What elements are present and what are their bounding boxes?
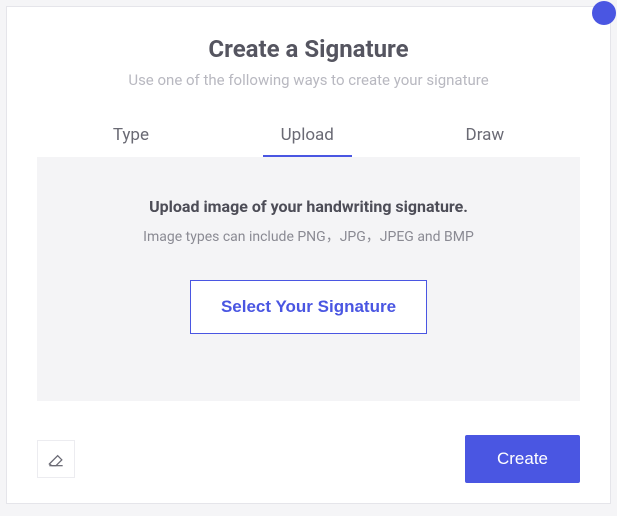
upload-subtext: Image types can include PNG，JPG，JPEG and… — [57, 226, 560, 246]
modal-subtitle: Use one of the following ways to create … — [27, 71, 590, 89]
close-button[interactable] — [592, 1, 616, 25]
signature-modal: Create a Signature Use one of the follow… — [6, 6, 611, 504]
upload-panel: Upload image of your handwriting signatu… — [37, 157, 580, 401]
tab-bar: Type Upload Draw — [7, 99, 610, 157]
create-button[interactable]: Create — [465, 435, 580, 483]
select-signature-button[interactable]: Select Your Signature — [190, 280, 427, 334]
upload-heading: Upload image of your handwriting signatu… — [57, 197, 560, 216]
modal-footer: Create — [37, 435, 580, 483]
modal-header: Create a Signature Use one of the follow… — [7, 7, 610, 99]
tab-upload[interactable]: Upload — [263, 117, 352, 157]
tab-type[interactable]: Type — [95, 117, 167, 157]
tab-draw[interactable]: Draw — [448, 117, 523, 157]
eraser-button[interactable] — [37, 440, 75, 478]
eraser-icon — [46, 449, 66, 469]
modal-title: Create a Signature — [27, 35, 590, 63]
